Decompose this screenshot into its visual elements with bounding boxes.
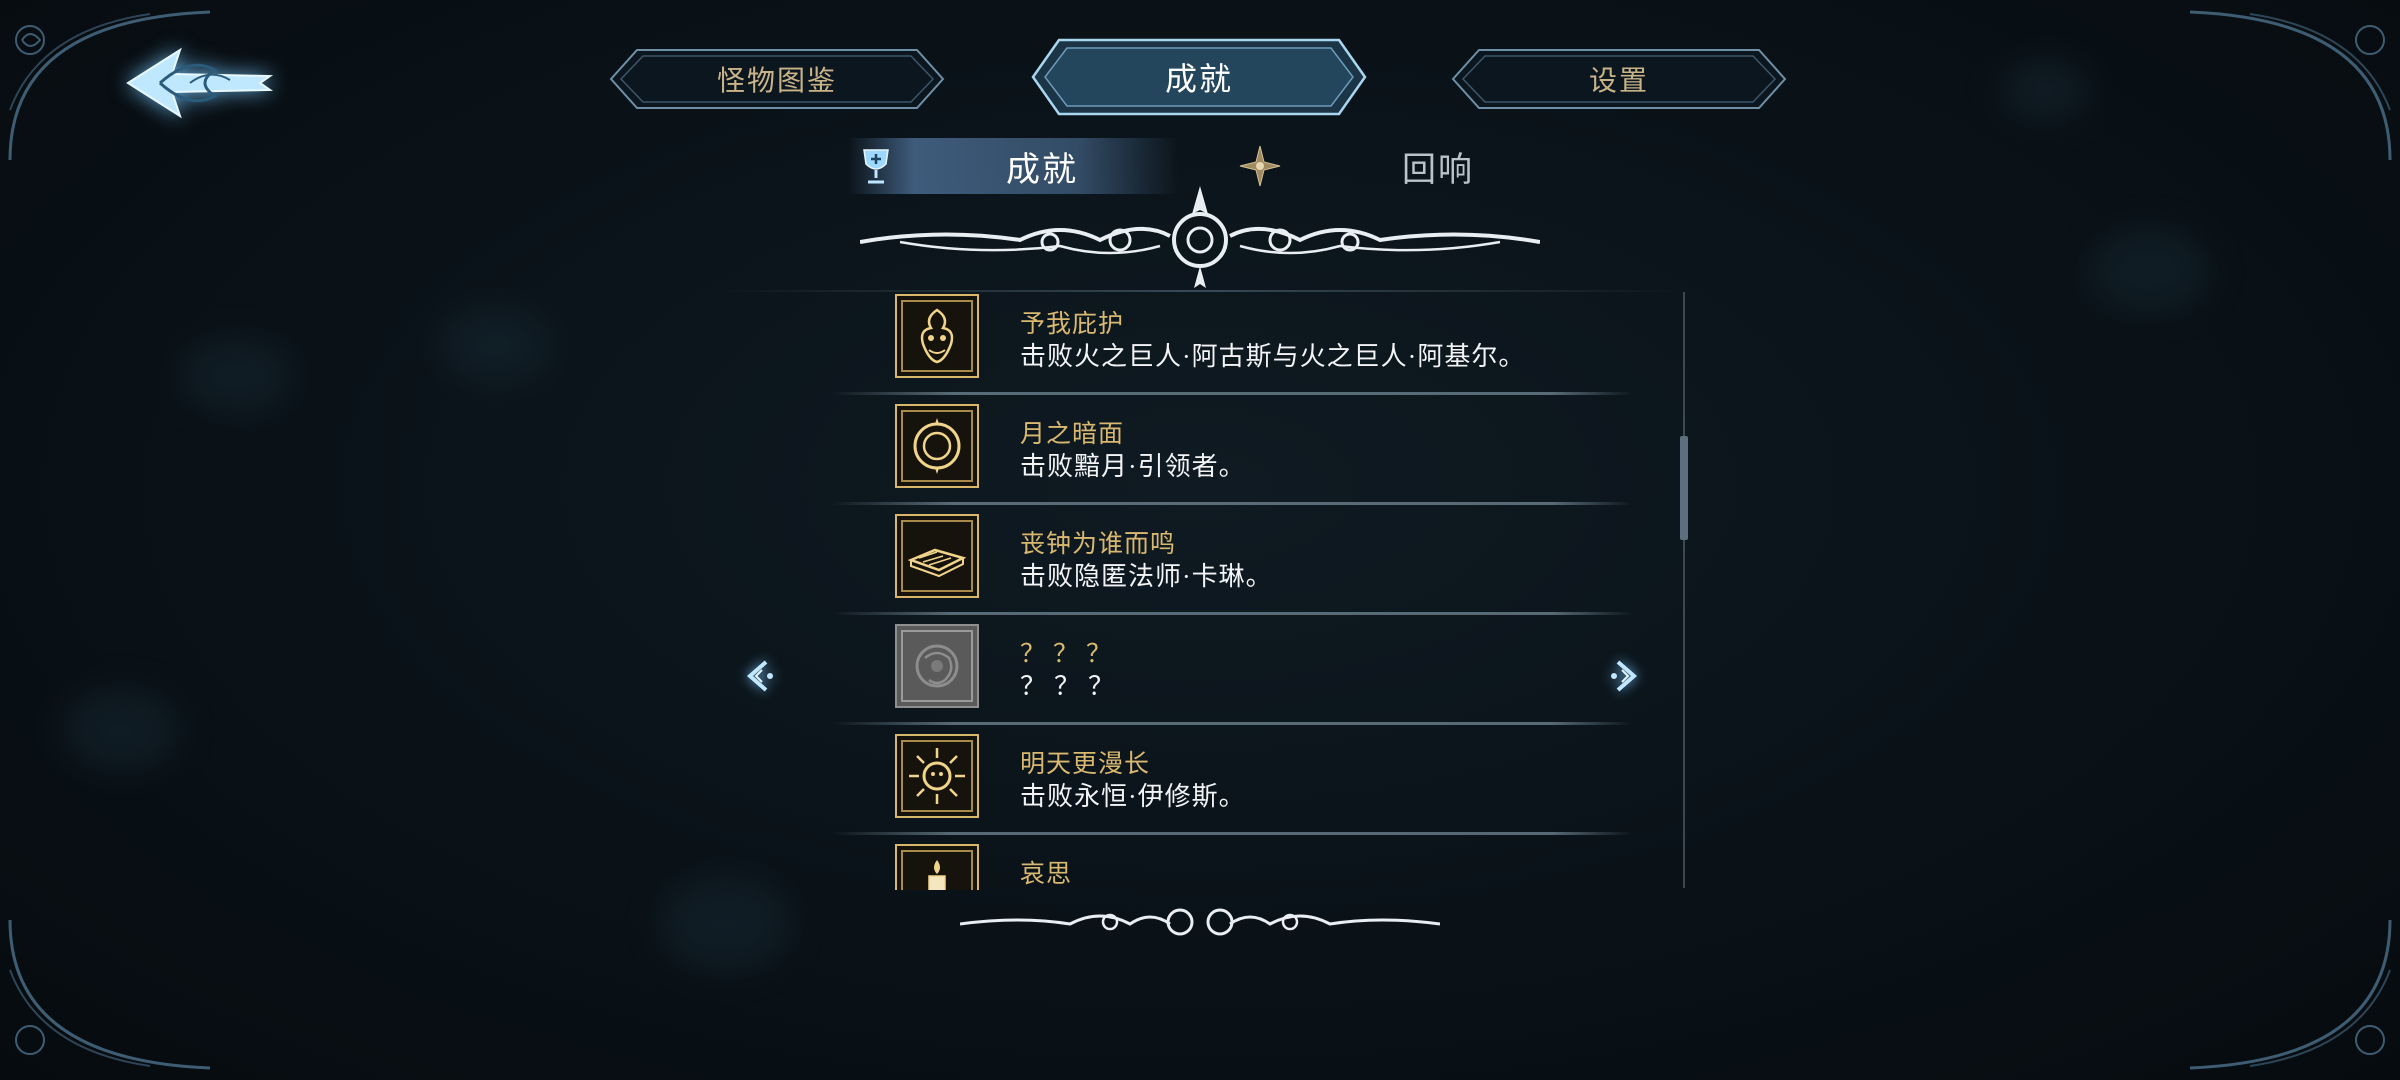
trophy-icon	[863, 149, 889, 184]
corner-ornament-top-right	[2180, 0, 2400, 170]
ornamental-divider-top	[860, 186, 1540, 288]
achievement-list[interactable]: 予我庇护 击败火之巨人·阿古斯与火之巨人·阿基尔。 月之暗面 击败黯月·引领者。…	[712, 290, 1687, 890]
locked-sigil-icon	[915, 644, 959, 688]
achievement-description: 击败永恒·伊修斯。	[1020, 782, 1246, 811]
tab-label: 设置	[1588, 66, 1649, 97]
achievement-title: 哀思	[1020, 861, 1073, 888]
list-divider	[832, 502, 1632, 505]
achievement-item[interactable]: 予我庇护 击败火之巨人·阿古斯与火之巨人·阿基尔。	[802, 292, 1632, 402]
achievement-item-locked[interactable]: ？？？ ？？？	[802, 622, 1632, 732]
tab-label: 怪物图鉴	[716, 66, 837, 97]
previous-page-button[interactable]	[740, 656, 780, 696]
achievement-item[interactable]: 丧钟为谁而鸣 击败隐匿法师·卡琳。	[802, 512, 1632, 622]
achievement-description: 击败火之巨人·阿古斯与火之巨人·阿基尔。	[1020, 342, 1526, 371]
achievement-title: 月之暗面	[1020, 421, 1125, 448]
corner-ornament-bottom-left	[0, 910, 220, 1080]
achievement-badge	[895, 844, 979, 890]
list-divider	[832, 832, 1632, 835]
achievement-title: 予我庇护	[1020, 311, 1125, 338]
achievement-item[interactable]: 明天更漫长 击败永恒·伊修斯。	[802, 732, 1632, 842]
chevron-right-icon	[1611, 660, 1638, 692]
achievement-item[interactable]: 月之暗面 击败黯月·引领者。	[802, 402, 1632, 512]
open-book-icon	[907, 548, 967, 578]
list-divider	[832, 392, 1632, 395]
achievement-badge	[895, 294, 979, 378]
candle-icon	[928, 860, 946, 890]
chevron-left-icon	[746, 660, 773, 692]
tab-label: 成就	[1164, 61, 1233, 97]
achievement-title: 明天更漫长	[1020, 751, 1151, 778]
tab-settings[interactable]: 设置	[1449, 46, 1789, 112]
back-button[interactable]	[120, 36, 280, 131]
radiant-sun-icon	[909, 748, 965, 804]
achievement-title: 丧钟为谁而鸣	[1020, 531, 1177, 558]
scrollbar-thumb[interactable]	[1680, 436, 1688, 540]
tab-achievement[interactable]: 成就	[1029, 34, 1369, 120]
back-arrow-icon	[126, 47, 274, 119]
next-page-button[interactable]	[1604, 656, 1644, 696]
achievement-badge	[895, 624, 979, 708]
achievement-badge	[895, 514, 979, 598]
list-divider	[832, 612, 1632, 615]
moon-ring-icon	[913, 418, 961, 474]
fire-giant-icon	[920, 308, 954, 364]
corner-ornament-bottom-right	[2180, 910, 2400, 1080]
compass-star-icon	[1239, 145, 1281, 187]
achievement-badge	[895, 734, 979, 818]
achievement-title: ？？？	[1020, 639, 1120, 668]
achievement-description: 击败黯月·引领者。	[1020, 452, 1246, 481]
scrollbar-track[interactable]	[1683, 292, 1685, 888]
achievement-description: ？？？	[1020, 672, 1123, 702]
achievement-item[interactable]: 哀思	[802, 842, 1622, 890]
achievement-badge	[895, 404, 979, 488]
achievement-description: 击败隐匿法师·卡琳。	[1020, 562, 1273, 591]
tab-monster-compendium[interactable]: 怪物图鉴	[607, 46, 947, 112]
list-divider	[832, 722, 1632, 725]
ornamental-divider-bottom	[960, 908, 1440, 936]
